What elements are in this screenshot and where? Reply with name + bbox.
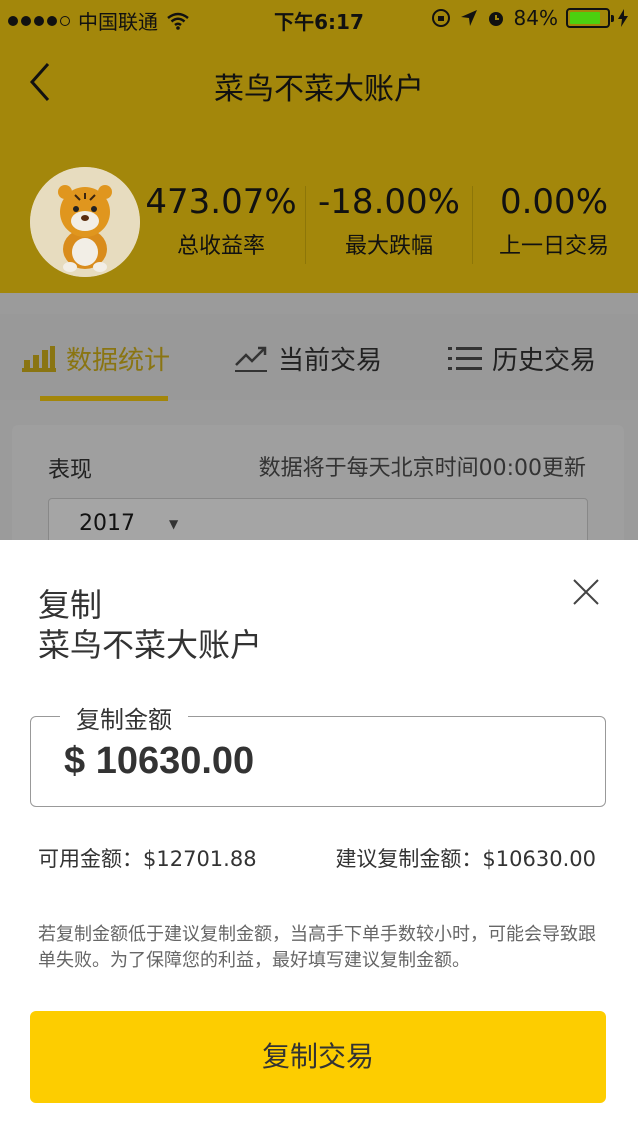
copy-hint-text: 若复制金额低于建议复制金额，当高手下单手数较小时，可能会导致跟单失败。为了保障您… — [38, 924, 596, 971]
active-tab-indicator — [40, 396, 168, 401]
stat-label: 最大跌幅 — [344, 234, 433, 259]
copy-trade-button-label: 复制交易 — [261, 1040, 374, 1073]
available-amount: 可用金额：$12701.88 — [38, 847, 257, 871]
copy-amount-value[interactable]: $ 10630.00 — [64, 740, 254, 783]
trend-line-icon — [235, 346, 267, 372]
stat-total-return: 473.07% 总收益率 — [145, 180, 297, 262]
tab-label: 数据统计 — [66, 346, 171, 376]
bar-chart-icon — [22, 345, 56, 372]
stat-value: -18.00% — [318, 182, 460, 222]
stat-last-day-trade: 0.00% 上一日交易 — [478, 180, 630, 262]
alarm-clock-icon — [488, 12, 503, 26]
tab-history-trades[interactable]: 历史交易 — [448, 340, 596, 377]
avatar — [30, 167, 140, 277]
page-title: 菜鸟不菜大账户 — [214, 72, 424, 107]
copy-amount-label: 复制金额 — [60, 700, 188, 735]
battery-percent: 84% — [513, 6, 558, 30]
update-note: 数据将于每天北京时间00:00更新 — [258, 456, 586, 481]
stat-label: 总收益率 — [176, 234, 265, 259]
dropdown-triangle-icon: ▼ — [169, 517, 179, 531]
tab-label: 历史交易 — [492, 346, 597, 376]
tab-label: 当前交易 — [278, 346, 383, 376]
sheet-title-line2: 菜鸟不菜大账户 — [38, 626, 263, 664]
stat-value: 0.00% — [499, 182, 608, 222]
list-icon — [448, 346, 482, 370]
tiger-avatar-icon — [30, 167, 140, 277]
stat-divider — [472, 186, 473, 264]
location-arrow-icon — [460, 10, 477, 26]
stat-label: 上一日交易 — [498, 234, 609, 259]
year-value: 2017 — [79, 511, 135, 536]
stat-max-drawdown: -18.00% 最大跌幅 — [313, 180, 465, 262]
battery-icon — [566, 8, 614, 28]
stat-divider — [305, 186, 306, 264]
performance-label: 表现 — [48, 458, 93, 483]
orientation-lock-icon — [431, 9, 450, 27]
status-bar: 中国联通 下午6:17 84% — [0, 0, 638, 40]
stat-value: 473.07% — [145, 182, 297, 222]
tab-statistics[interactable]: 数据统计 — [22, 340, 170, 377]
copy-trade-button[interactable]: 复制交易 — [30, 1011, 606, 1103]
charging-bolt-icon — [618, 9, 628, 27]
close-icon[interactable] — [568, 574, 604, 610]
tab-current-trades[interactable]: 当前交易 — [234, 340, 382, 377]
suggested-amount: 建议复制金额：$10630.00 — [335, 847, 596, 871]
